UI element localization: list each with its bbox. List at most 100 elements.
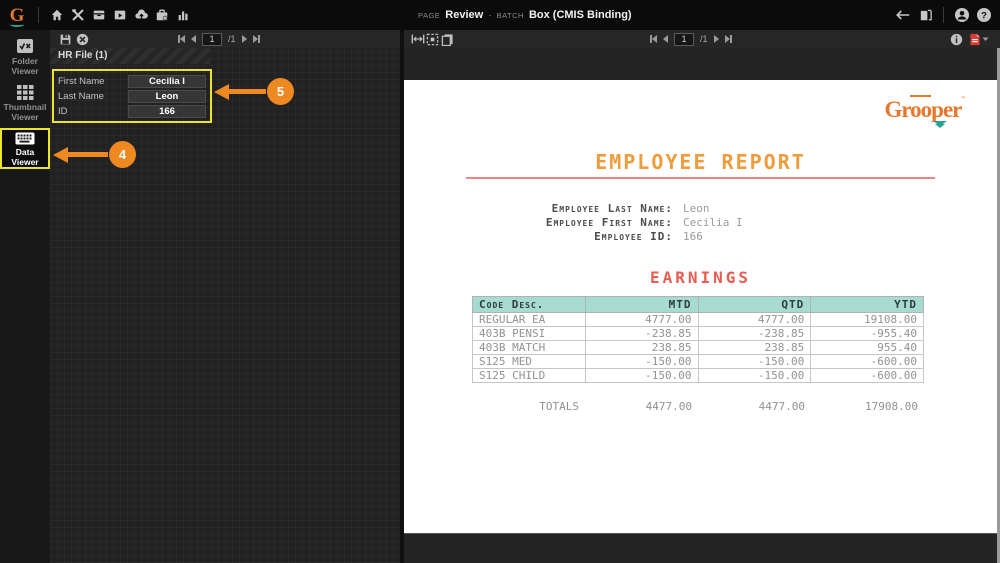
- info-label: Employee Last Name:: [551, 202, 673, 215]
- page-value[interactable]: Review: [445, 9, 483, 21]
- sidebar-item-folder-viewer[interactable]: Folder Viewer: [0, 34, 50, 79]
- top-right-icons: ?: [895, 7, 992, 23]
- user-icon[interactable]: [954, 7, 970, 23]
- field-row: ID 166: [58, 104, 206, 118]
- info-label: Employee ID:: [594, 230, 673, 243]
- rail-item-label: Thumbnail Viewer: [3, 102, 47, 122]
- annotation-arrow-5: [214, 83, 229, 100]
- back-arrow-icon[interactable]: [895, 7, 911, 23]
- next-page-icon[interactable]: [241, 35, 247, 43]
- grooper-logo-chevrons: [933, 121, 947, 128]
- info-row: Employee Last Name: Leon: [404, 202, 997, 216]
- table-row: 403B MATCH 238.85 238.85 955.40: [472, 340, 924, 355]
- rail-item-label: Data Viewer: [11, 147, 39, 167]
- grooper-review-window: G PAGE Review · BATCH Box (CMIS Binding)…: [0, 0, 1000, 563]
- document-pager: /1: [650, 30, 732, 48]
- page-number-input[interactable]: [202, 32, 222, 46]
- column-header: Code Desc.: [472, 296, 586, 313]
- document-title: EMPLOYEE REPORT: [595, 150, 806, 174]
- grooper-logo[interactable]: G: [0, 0, 34, 30]
- totals-label: TOTALS: [539, 400, 579, 413]
- first-name-field[interactable]: Cecilia I: [128, 74, 206, 88]
- column-header: YTD: [810, 296, 924, 313]
- info-value: 166: [683, 230, 703, 243]
- thumbnail-viewer-icon: [16, 85, 34, 100]
- grooper-logo-swoosh: [10, 22, 24, 27]
- svg-text:?: ?: [981, 10, 987, 21]
- totals-ytd: 17908.00: [865, 400, 918, 413]
- divider: [38, 7, 39, 23]
- divider: [943, 7, 944, 23]
- last-page-icon[interactable]: [724, 35, 732, 43]
- info-label: Employee First Name:: [545, 216, 673, 229]
- next-page-icon[interactable]: [713, 35, 719, 43]
- first-page-icon[interactable]: [650, 35, 657, 43]
- column-header: QTD: [697, 296, 812, 313]
- breadcrumb-separator: ·: [488, 10, 492, 21]
- tools-icon[interactable]: [70, 7, 86, 23]
- sidebar-item-data-viewer[interactable]: Data Viewer: [0, 128, 50, 169]
- fit-width-icon[interactable]: [410, 32, 425, 47]
- sidebar-item-thumbnail-viewer[interactable]: Thumbnail Viewer: [0, 81, 50, 126]
- data-viewer-icon: [15, 132, 35, 145]
- table-row: 403B PENSI -238.85 -238.85 -955.40: [472, 326, 924, 341]
- pages-icon[interactable]: [440, 32, 455, 47]
- select-region-icon[interactable]: [425, 32, 440, 47]
- table-row: S125 MED -150.00 -150.00 -600.00: [472, 354, 924, 369]
- folder-node-hr-file[interactable]: HR File (1): [50, 48, 210, 64]
- export-pdf-icon[interactable]: [968, 32, 990, 47]
- first-page-icon[interactable]: [178, 35, 185, 43]
- prev-page-icon[interactable]: [191, 35, 196, 43]
- info-value: Cecilia I: [683, 216, 743, 229]
- bar-chart-icon[interactable]: [175, 7, 191, 23]
- document-canvas[interactable]: Grooper™ EMPLOYEE REPORT Employee Last N…: [404, 48, 1000, 563]
- viewer-rail: Folder Viewer Thumbnail Viewer Data Viewer: [0, 30, 50, 563]
- folder-pager: /1: [178, 30, 260, 48]
- page-number-input[interactable]: [674, 32, 694, 46]
- batch-value[interactable]: Box (CMIS Binding): [529, 9, 632, 21]
- annotation-step-5: 5: [214, 78, 294, 105]
- save-icon[interactable]: [58, 32, 73, 47]
- page-count: /1: [228, 34, 236, 44]
- page-label: PAGE: [418, 11, 441, 20]
- annotation-step-4: 4: [53, 141, 136, 168]
- field-label: First Name: [58, 75, 105, 87]
- field-label: ID: [58, 105, 68, 117]
- process-box-icon[interactable]: [112, 7, 128, 23]
- last-name-field[interactable]: Leon: [128, 89, 206, 103]
- home-icon[interactable]: [49, 7, 65, 23]
- prev-page-icon[interactable]: [663, 35, 668, 43]
- briefcase-clock-icon[interactable]: [154, 7, 170, 23]
- help-icon[interactable]: ?: [976, 7, 992, 23]
- info-row: Employee ID: 166: [404, 230, 997, 244]
- grooper-document-logo: Grooper™: [884, 95, 965, 128]
- data-panel-toolbar: /1: [50, 30, 400, 48]
- document-page[interactable]: Grooper™ EMPLOYEE REPORT Employee Last N…: [404, 80, 997, 533]
- info-value: Leon: [683, 202, 710, 215]
- field-row: First Name Cecilia I: [58, 74, 206, 88]
- breadcrumb: PAGE Review · BATCH Box (CMIS Binding): [418, 9, 632, 21]
- annotation-badge-5: 5: [267, 78, 294, 105]
- batch-label: BATCH: [496, 11, 524, 20]
- title-rule: [466, 177, 935, 179]
- field-row: Last Name Leon: [58, 89, 206, 103]
- info-icon[interactable]: [949, 32, 964, 47]
- annotation-badge-4: 4: [109, 141, 136, 168]
- archive-box-icon[interactable]: [91, 7, 107, 23]
- id-field[interactable]: 166: [128, 104, 206, 118]
- data-viewer-panel: /1 HR File (1) First Name Cecilia I Last…: [50, 30, 400, 563]
- page-count: /1: [700, 34, 708, 44]
- totals-qtd: 4477.00: [758, 400, 805, 413]
- cancel-icon[interactable]: [75, 32, 90, 47]
- batch-pages-icon[interactable]: [917, 7, 933, 23]
- document-panel-toolbar: /1: [404, 30, 1000, 48]
- earnings-title: EARNINGS: [649, 268, 752, 287]
- table-row: S125 CHILD -150.00 -150.00 -600.00: [472, 368, 924, 383]
- cloud-upload-icon[interactable]: [133, 7, 149, 23]
- info-row: Employee First Name: Cecilia I: [404, 216, 997, 230]
- field-label: Last Name: [58, 90, 104, 102]
- employee-info: Employee Last Name: Leon Employee First …: [404, 202, 997, 244]
- document-viewer-panel: /1 Grooper™ EMPL: [404, 30, 1000, 563]
- earnings-table: Code Desc. MTD QTD YTD REGULAR EA 4777.0…: [472, 296, 924, 383]
- last-page-icon[interactable]: [252, 35, 260, 43]
